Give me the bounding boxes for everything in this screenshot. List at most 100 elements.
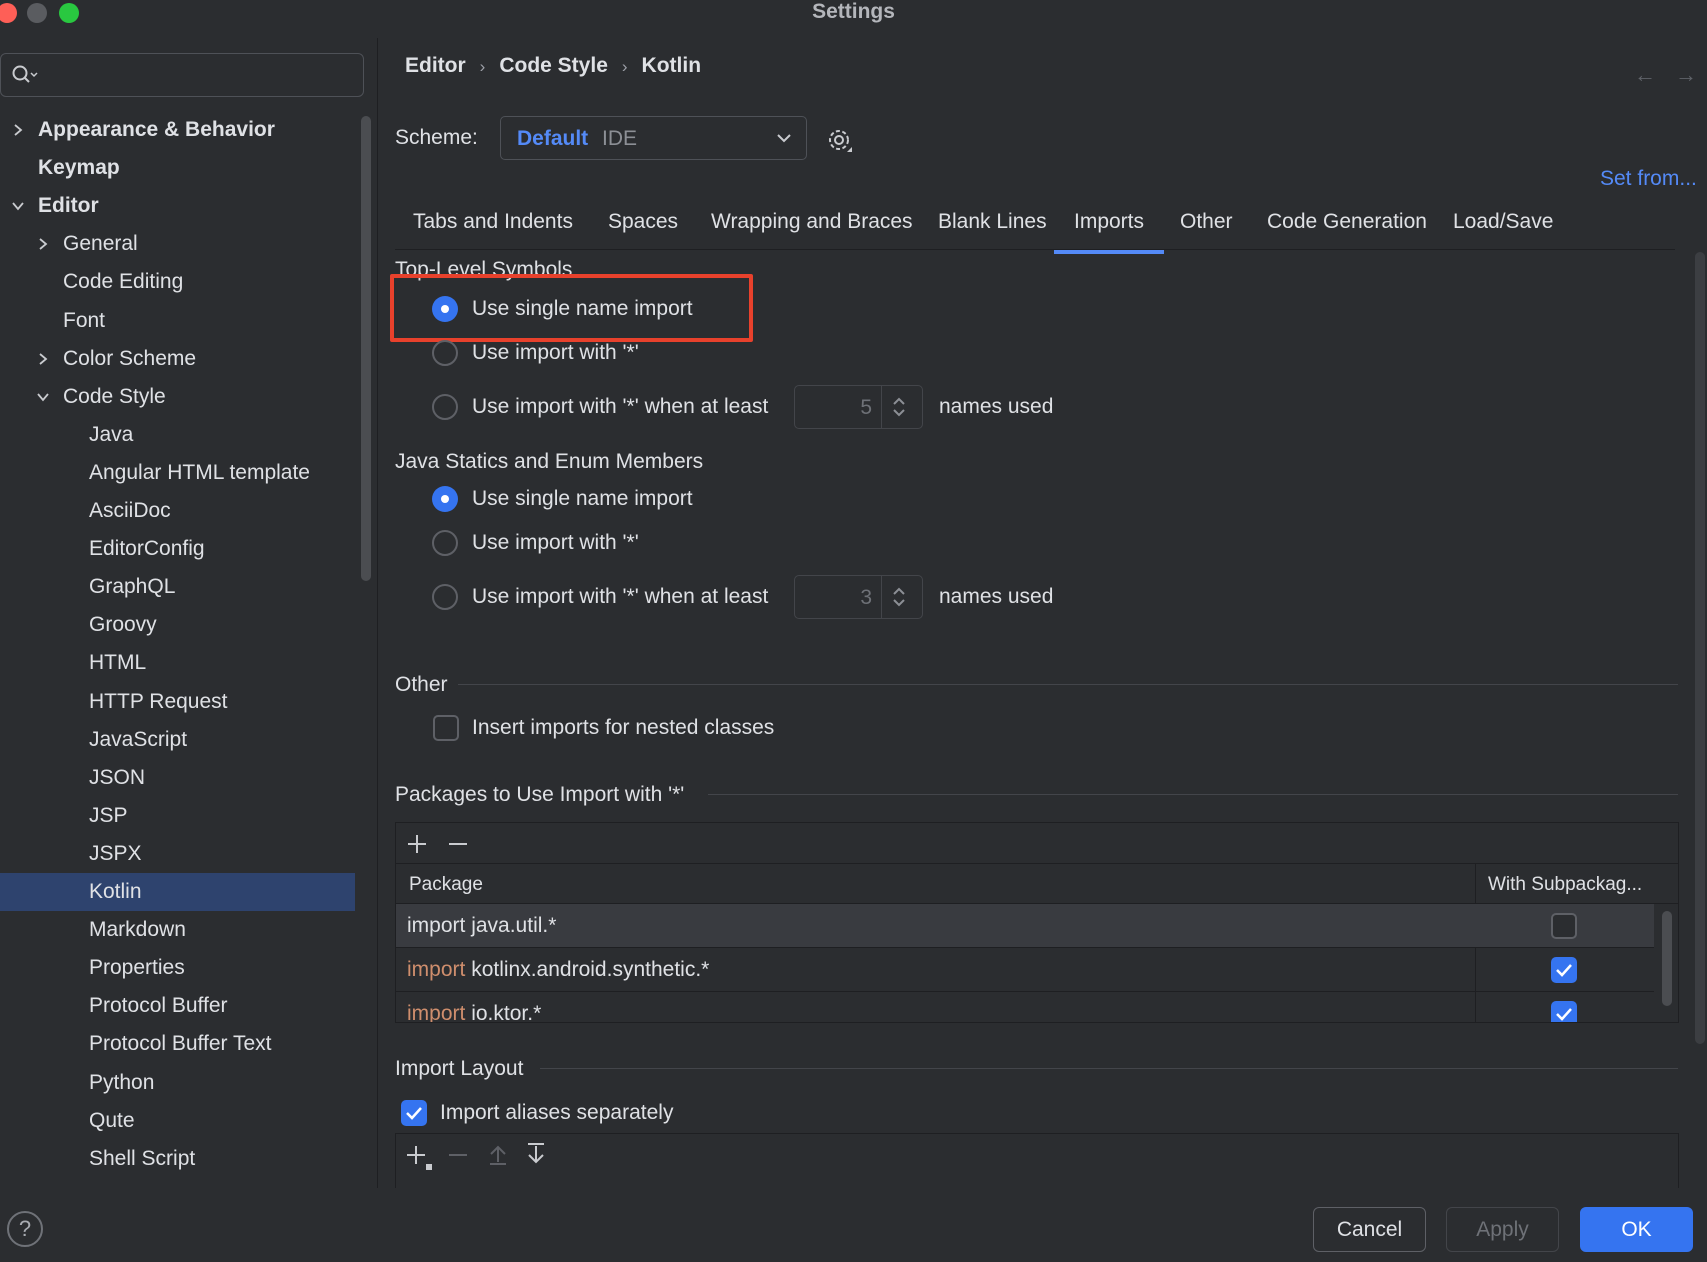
chevron-right-icon[interactable]	[11, 123, 25, 137]
import-keyword: import	[407, 958, 466, 981]
chevron-down-icon[interactable]	[36, 390, 50, 404]
sidebar-item-code-editing[interactable]: Code Editing	[63, 263, 183, 301]
top-level-star-radio[interactable]	[432, 340, 458, 366]
sidebar-item-label: EditorConfig	[89, 537, 205, 561]
sidebar-item-editor[interactable]: Editor	[12, 187, 99, 225]
tab-wrapping-and-braces[interactable]: Wrapping and Braces	[711, 210, 913, 250]
chevron-down-icon	[777, 134, 791, 143]
checkmark-icon	[1556, 1008, 1572, 1021]
sidebar-item-angular-html-template[interactable]: Angular HTML template	[89, 454, 310, 492]
sidebar-item-color-scheme[interactable]: Color Scheme	[39, 340, 196, 378]
sidebar-item-label: Markdown	[89, 918, 186, 942]
table-row[interactable]: import io.ktor.*	[396, 992, 1654, 1022]
sidebar-item-python[interactable]: Python	[89, 1064, 154, 1102]
sidebar-item-label: Protocol Buffer	[89, 994, 228, 1018]
sidebar-scrollbar[interactable]	[361, 116, 371, 581]
sidebar-item-label: Java	[89, 422, 134, 446]
add-icon[interactable]	[406, 833, 428, 855]
apply-button[interactable]: Apply	[1446, 1207, 1559, 1252]
cancel-button[interactable]: Cancel	[1313, 1207, 1426, 1252]
stepper-arrows-icon[interactable]	[891, 585, 907, 609]
import-aliases-checkbox[interactable]	[401, 1100, 427, 1126]
add-icon[interactable]	[406, 1144, 434, 1172]
tab-spaces[interactable]: Spaces	[608, 210, 678, 250]
packages-section-title: Packages to Use Import with '*'	[395, 783, 685, 806]
java-statics-count-stepper[interactable]: 3	[794, 575, 923, 619]
sidebar-item-keymap[interactable]: Keymap	[38, 149, 120, 187]
column-header-package[interactable]: Package	[409, 874, 483, 896]
sidebar-item-kotlin[interactable]: Kotlin	[0, 873, 355, 911]
tab-blank-lines[interactable]: Blank Lines	[938, 210, 1047, 250]
sidebar-item-label: Code Style	[63, 384, 166, 408]
move-up-icon[interactable]	[487, 1142, 509, 1166]
sidebar-item-markdown[interactable]: Markdown	[89, 911, 186, 949]
table-row[interactable]: import java.util.*	[396, 904, 1654, 948]
set-from-link[interactable]: Set from...	[1600, 167, 1697, 191]
top-level-names-used: names used	[939, 395, 1054, 418]
move-down-icon[interactable]	[525, 1142, 547, 1166]
breadcrumb-item[interactable]: Editor	[405, 54, 466, 78]
tab-tabs-and-indents[interactable]: Tabs and Indents	[413, 210, 573, 250]
sidebar-item-label: Groovy	[89, 613, 157, 637]
scheme-dropdown[interactable]: Default IDE	[500, 116, 807, 160]
tab-imports[interactable]: Imports	[1053, 210, 1165, 254]
top-level-count-stepper[interactable]: 5	[794, 385, 923, 429]
subpackages-checkbox[interactable]	[1551, 1001, 1577, 1022]
sidebar-item-properties[interactable]: Properties	[89, 949, 185, 987]
sidebar-item-shell-script[interactable]: Shell Script	[89, 1140, 195, 1178]
java-statics-star-label: Use import with '*'	[472, 531, 639, 554]
top-level-star-atleast-radio[interactable]	[432, 394, 458, 420]
scheme-label: Scheme:	[395, 126, 478, 149]
sidebar-item-json[interactable]: JSON	[89, 759, 145, 797]
top-level-star-label: Use import with '*'	[472, 341, 639, 364]
java-statics-star-atleast-radio[interactable]	[432, 584, 458, 610]
sidebar-item-java[interactable]: Java	[89, 416, 133, 454]
sidebar-item-http-request[interactable]: HTTP Request	[89, 683, 228, 721]
main-scrollbar[interactable]	[1695, 252, 1705, 1044]
subpackages-checkbox[interactable]	[1551, 957, 1577, 983]
sidebar-item-code-style[interactable]: Code Style	[37, 378, 166, 416]
stepper-arrows-icon[interactable]	[891, 395, 907, 419]
sidebar-item-jspx[interactable]: JSPX	[89, 835, 142, 873]
sidebar-item-graphql[interactable]: GraphQL	[89, 568, 175, 606]
table-scrollbar[interactable]	[1662, 911, 1672, 1006]
sidebar-item-qute[interactable]: Qute	[89, 1102, 135, 1140]
chevron-right-icon[interactable]	[36, 237, 50, 251]
sidebar-item-asciidoc[interactable]: AsciiDoc	[89, 492, 171, 530]
window-title: Settings	[812, 0, 895, 23]
help-button[interactable]: ?	[7, 1211, 43, 1247]
sidebar-item-general[interactable]: General	[39, 225, 138, 263]
nested-classes-checkbox[interactable]	[433, 715, 459, 741]
breadcrumb-item[interactable]: Kotlin	[642, 54, 701, 78]
tab-code-generation[interactable]: Code Generation	[1267, 210, 1427, 250]
table-row[interactable]: import kotlinx.android.synthetic.*	[396, 948, 1654, 992]
remove-icon[interactable]	[447, 833, 469, 855]
java-statics-star-radio[interactable]	[432, 530, 458, 556]
sidebar-item-protocol-buffer[interactable]: Protocol Buffer	[89, 987, 228, 1025]
breadcrumb-item[interactable]: Code Style	[499, 54, 608, 78]
sidebar-item-font[interactable]: Font	[63, 302, 105, 340]
sidebar-item-jsp[interactable]: JSP	[89, 797, 128, 835]
sidebar-item-javascript[interactable]: JavaScript	[89, 721, 187, 759]
tab-other[interactable]: Other	[1180, 210, 1233, 250]
chevron-right-icon: ›	[479, 57, 486, 76]
column-header-subpackages[interactable]: With Subpackag...	[1488, 874, 1642, 896]
settings-sidebar: Appearance & Behavior Keymap Editor General…	[0, 38, 378, 1188]
sidebar-item-groovy[interactable]: Groovy	[89, 606, 157, 644]
forward-arrow-icon[interactable]: →	[1675, 62, 1697, 88]
gear-icon[interactable]	[825, 126, 855, 156]
java-statics-single-radio[interactable]	[432, 486, 458, 512]
ok-button[interactable]: OK	[1580, 1207, 1693, 1252]
back-arrow-icon[interactable]: ←	[1634, 62, 1656, 88]
sidebar-item-editorconfig[interactable]: EditorConfig	[89, 530, 205, 568]
settings-search-input[interactable]	[0, 53, 364, 97]
sidebar-item-html[interactable]: HTML	[89, 644, 146, 682]
import-layout-toolbar	[395, 1133, 1679, 1189]
sidebar-item-protocol-buffer-text[interactable]: Protocol Buffer Text	[89, 1025, 272, 1063]
remove-icon[interactable]	[447, 1144, 469, 1166]
chevron-down-icon[interactable]	[11, 199, 25, 213]
tab-load-save[interactable]: Load/Save	[1453, 210, 1553, 250]
subpackages-checkbox[interactable]	[1551, 913, 1577, 939]
chevron-right-icon[interactable]	[36, 352, 50, 366]
sidebar-item-appearance-behavior[interactable]: Appearance & Behavior	[14, 111, 275, 149]
